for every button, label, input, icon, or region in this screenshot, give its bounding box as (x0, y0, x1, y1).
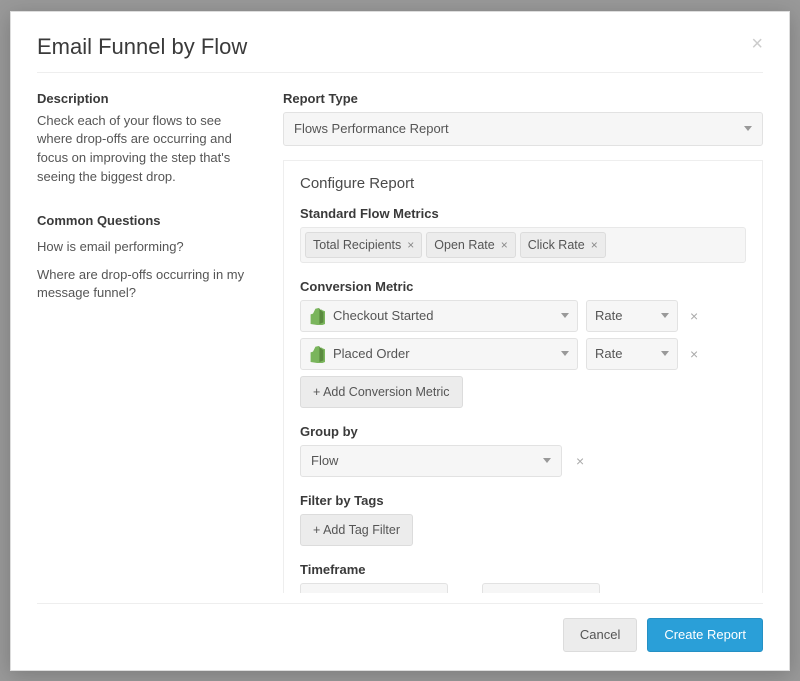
form-area: Report Type Flows Performance Report Con… (283, 91, 763, 593)
shopify-icon (309, 307, 325, 325)
conversion-label: Conversion Metric (300, 279, 746, 294)
remove-group-icon[interactable]: × (572, 453, 588, 469)
conversion-agg-value: Rate (595, 308, 622, 323)
remove-chip-icon[interactable]: × (501, 238, 508, 252)
modal-footer: Cancel Create Report (37, 603, 763, 652)
conversion-agg-select[interactable]: Rate (586, 338, 678, 370)
report-type-value: Flows Performance Report (294, 121, 449, 136)
modal-header: Email Funnel by Flow × (37, 34, 763, 73)
common-question-item: How is email performing? (37, 238, 257, 256)
timeframe-label: Timeframe (300, 562, 746, 577)
timeframe-sent-value: Sent Last Week (311, 591, 403, 593)
metric-chip: Total Recipients × (305, 232, 422, 258)
chevron-down-icon (543, 458, 551, 463)
standard-metrics-label: Standard Flow Metrics (300, 206, 746, 221)
filter-tags-label: Filter by Tags (300, 493, 746, 508)
conversion-metric-select[interactable]: Checkout Started (300, 300, 578, 332)
conversion-metric-section: Conversion Metric Checkout Started (300, 279, 746, 408)
description-text: Check each of your flows to see where dr… (37, 112, 257, 187)
chevron-down-icon (561, 313, 569, 318)
conversion-metric-row: Placed Order Rate × (300, 338, 746, 370)
close-icon[interactable]: × (751, 34, 763, 54)
common-questions: Common Questions How is email performing… (37, 213, 257, 303)
configure-title: Configure Report (300, 175, 746, 192)
cancel-button[interactable]: Cancel (563, 618, 637, 652)
chevron-down-icon (661, 351, 669, 356)
metric-chip: Click Rate × (520, 232, 606, 258)
conversion-metric-select[interactable]: Placed Order (300, 338, 578, 370)
timeframe-range-value: Entire Range (493, 591, 569, 593)
chevron-down-icon (744, 126, 752, 131)
remove-chip-icon[interactable]: × (407, 238, 414, 252)
group-by-select[interactable]: Flow (300, 445, 562, 477)
filter-tags-section: Filter by Tags + Add Tag Filter (300, 493, 746, 546)
shopify-icon (309, 345, 325, 363)
configure-report-box: Configure Report Standard Flow Metrics T… (283, 160, 763, 593)
modal-body: Description Check each of your flows to … (37, 91, 763, 593)
chip-label: Open Rate (434, 238, 494, 252)
timeframe-section: Timeframe Sent Last Week by Entire Range (300, 562, 746, 593)
remove-row-icon[interactable]: × (686, 346, 702, 362)
timeframe-by-text: by (458, 591, 472, 593)
conversion-metric-value: Checkout Started (333, 308, 433, 323)
group-by-value: Flow (311, 453, 338, 468)
common-question-item: Where are drop-offs occurring in my mess… (37, 266, 257, 302)
conversion-metric-row: Checkout Started Rate × (300, 300, 746, 332)
metric-chip: Open Rate × (426, 232, 515, 258)
group-by-label: Group by (300, 424, 746, 439)
report-type-select[interactable]: Flows Performance Report (283, 112, 763, 146)
description-heading: Description (37, 91, 257, 106)
report-type-label: Report Type (283, 91, 763, 106)
remove-row-icon[interactable]: × (686, 308, 702, 324)
conversion-agg-value: Rate (595, 346, 622, 361)
group-by-section: Group by Flow × (300, 424, 746, 477)
standard-metrics-chips[interactable]: Total Recipients × Open Rate × Click Rat… (300, 227, 746, 263)
create-report-button[interactable]: Create Report (647, 618, 763, 652)
chevron-down-icon (661, 313, 669, 318)
timeframe-sent-select[interactable]: Sent Last Week (300, 583, 448, 593)
add-conversion-metric-button[interactable]: + Add Conversion Metric (300, 376, 463, 408)
sidebar: Description Check each of your flows to … (37, 91, 257, 593)
conversion-metric-value: Placed Order (333, 346, 410, 361)
chevron-down-icon (561, 351, 569, 356)
chip-label: Click Rate (528, 238, 585, 252)
modal-dialog: Email Funnel by Flow × Description Check… (10, 11, 790, 671)
conversion-agg-select[interactable]: Rate (586, 300, 678, 332)
common-questions-heading: Common Questions (37, 213, 257, 228)
chip-label: Total Recipients (313, 238, 401, 252)
timeframe-range-select[interactable]: Entire Range (482, 583, 600, 593)
add-tag-filter-button[interactable]: + Add Tag Filter (300, 514, 413, 546)
remove-chip-icon[interactable]: × (591, 238, 598, 252)
modal-title: Email Funnel by Flow (37, 34, 247, 60)
